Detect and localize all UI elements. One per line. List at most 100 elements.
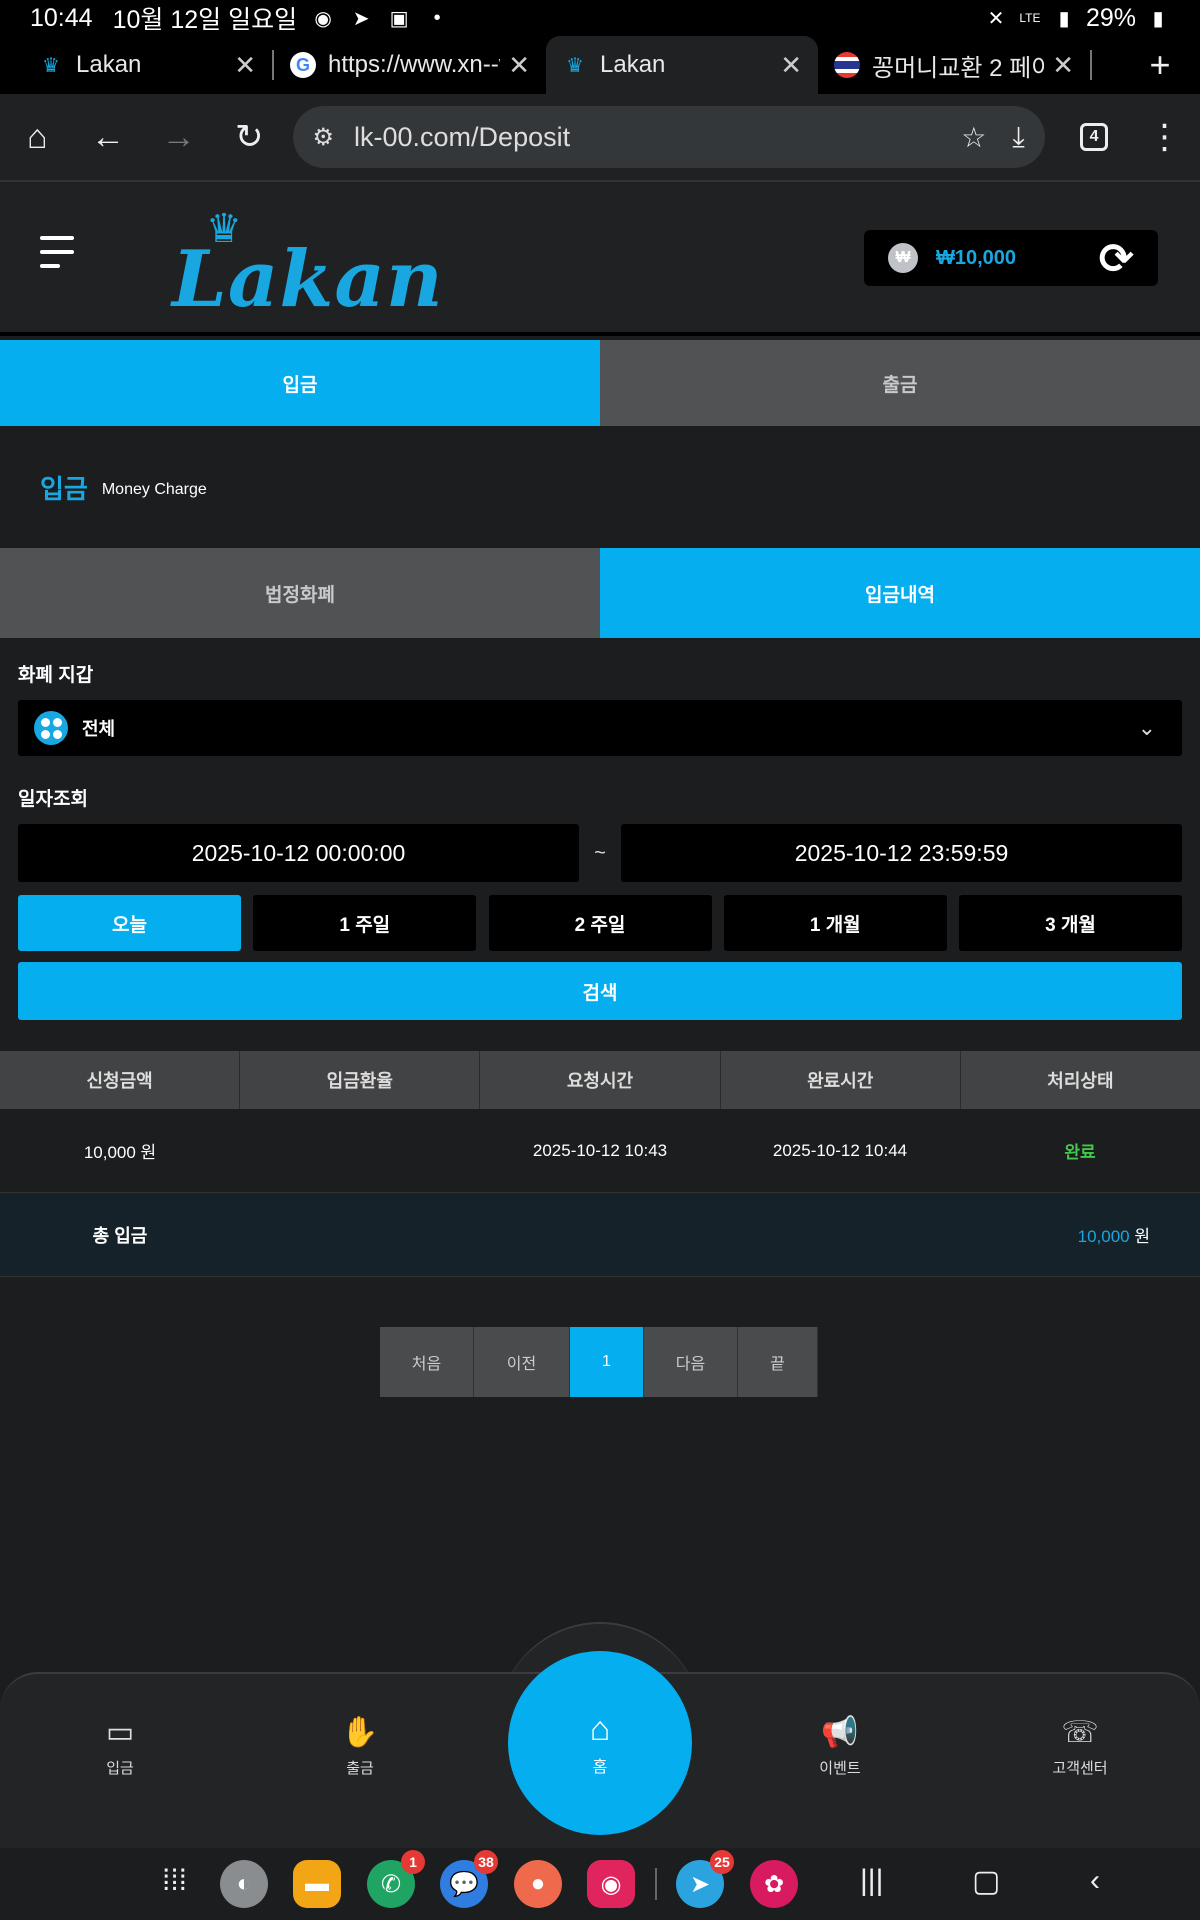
cell-requested: 2025-10-12 10:43 — [532, 1140, 668, 1160]
date-range: 2025-10-12 00:00:00 ~ 2025-10-12 23:59:5… — [18, 824, 1182, 882]
download-icon[interactable]: ⤓ — [1012, 121, 1024, 154]
balance-box: ₩ ₩10,000 ⟳ — [864, 230, 1158, 286]
home-icon[interactable]: ⌂ — [2, 101, 73, 173]
browser-app-icon[interactable]: ◐ — [220, 1860, 268, 1908]
nav-event[interactable]: 📢 이벤트 — [760, 1715, 920, 1778]
bookmark-star-icon[interactable]: ☆ — [961, 121, 986, 154]
total-row: 총 입금 10,000 원 — [0, 1193, 1200, 1277]
column-header: 완료시간 — [721, 1051, 961, 1109]
browser-tab-strip: ♛ Lakan ✕ G https://www.xn--v ✕ ♛ Lakan … — [0, 36, 1200, 94]
grid-icon — [34, 711, 68, 745]
contacts-app-icon[interactable]: ● — [514, 1860, 562, 1908]
reload-icon[interactable]: ↻ — [214, 101, 285, 173]
nav-label: 이벤트 — [819, 1760, 861, 1777]
nav-label: 고객센터 — [1052, 1760, 1108, 1777]
nav-support[interactable]: ☏ 고객센터 — [1000, 1715, 1160, 1778]
date-separator: ~ — [594, 841, 606, 864]
nav-deposit[interactable]: ▭ 입금 — [40, 1715, 200, 1778]
total-label: 총 입금 — [92, 1225, 148, 1246]
close-icon[interactable]: ✕ — [780, 50, 802, 81]
period-2week-button[interactable]: 2 주일 — [488, 895, 712, 951]
mute-icon: ✕ — [987, 7, 1005, 30]
page-current-button[interactable]: 1 — [570, 1327, 644, 1397]
page-next-button[interactable]: 다음 — [644, 1327, 738, 1397]
menu-icon[interactable] — [40, 236, 74, 278]
site-header: ♛ Lakan ₩ ₩10,000 ⟳ — [0, 182, 1200, 336]
browser-tab[interactable]: ♛ Lakan ✕ — [0, 36, 272, 94]
wallet-selected-value: 전체 — [82, 719, 116, 739]
total-amount: 10,000 — [1077, 1227, 1130, 1246]
logo-text: Lakan — [172, 234, 444, 325]
period-1month-button[interactable]: 1 개월 — [723, 895, 947, 951]
tab-fiat[interactable]: 법정화폐 — [0, 548, 600, 638]
browser-tab[interactable]: G https://www.xn--v ✕ — [274, 36, 546, 94]
status-date: 10월 12일 일요일 — [112, 6, 298, 34]
notification-badge: 1 — [401, 1850, 425, 1874]
date-to-input[interactable]: 2025-10-12 23:59:59 — [621, 824, 1182, 882]
phone-app-icon[interactable]: ✆ 1 — [367, 1850, 425, 1908]
camera-app-icon[interactable]: ◉ — [587, 1860, 635, 1908]
total-value: 10,000 원 — [1078, 1222, 1150, 1247]
period-1week-button[interactable]: 1 주일 — [253, 895, 477, 951]
period-today-button[interactable]: 오늘 — [18, 895, 241, 951]
pagination: 처음 이전 1 다음 끝 — [380, 1327, 818, 1397]
gallery-notification-icon: ▣ — [389, 7, 409, 30]
app-drawer-icon[interactable]: ⁞⁞⁞ — [162, 1864, 187, 1898]
wallet-select[interactable]: 전체 ⌄ — [18, 700, 1182, 756]
recent-apps-icon[interactable]: ||| — [860, 1864, 883, 1898]
tab-withdraw[interactable]: 출금 — [600, 340, 1200, 426]
back-icon[interactable]: ← — [73, 101, 144, 173]
tab-switcher-button[interactable]: 4 — [1059, 101, 1130, 173]
refresh-balance-icon[interactable]: ⟳ — [1099, 234, 1134, 283]
close-icon[interactable]: ✕ — [234, 50, 256, 81]
telegram-app-icon[interactable]: ➤ 25 — [676, 1850, 734, 1908]
column-header: 처리상태 — [1047, 1071, 1114, 1091]
messages-app-icon[interactable]: 💬 38 — [440, 1850, 498, 1908]
google-icon: G — [290, 52, 316, 78]
tab-title: Lakan — [76, 51, 142, 78]
back-nav-icon[interactable]: ‹ — [1090, 1864, 1100, 1898]
battery-level: 29% — [1085, 3, 1136, 32]
nav-withdraw[interactable]: ✋ 출금 — [280, 1715, 440, 1778]
page-first-button[interactable]: 처음 — [380, 1327, 474, 1397]
site-logo[interactable]: ♛ Lakan — [172, 206, 443, 325]
close-icon[interactable]: ✕ — [1052, 50, 1074, 81]
forward-icon[interactable]: → — [143, 101, 214, 173]
date-from-input[interactable]: 2025-10-12 00:00:00 — [18, 824, 579, 882]
page-subtitle: Money Charge — [101, 481, 207, 498]
deposit-icon: ▭ — [105, 1716, 135, 1749]
page-title-text: 입금 — [40, 473, 88, 504]
browser-tab-active[interactable]: ♛ Lakan ✕ — [546, 36, 818, 94]
site-settings-icon[interactable]: ⚙ — [313, 123, 335, 152]
browser-tab[interactable]: 꽁머니교환 2 페이지 ✕ — [818, 36, 1090, 94]
status-bar: 10:44 10월 12일 일요일 ◉ ➤ ▣ • ✕ LTE ▮ 29% ▮ — [0, 0, 1200, 36]
period-3month-button[interactable]: 3 개월 — [959, 895, 1182, 951]
home-nav-icon[interactable]: ▢ — [972, 1864, 1000, 1899]
column-header: 입금환율 — [240, 1051, 481, 1109]
page-prev-button[interactable]: 이전 — [474, 1327, 570, 1397]
nav-home[interactable]: ⌂ 홈 — [508, 1651, 692, 1835]
chevron-down-icon: ⌄ — [1137, 715, 1156, 740]
balance-amount: ₩10,000 — [936, 246, 1017, 269]
notification-badge: 25 — [710, 1850, 734, 1874]
search-button[interactable]: 검색 — [18, 962, 1182, 1020]
telegram-notification-icon: ➤ — [352, 7, 370, 30]
address-bar-row: ⌂ ← → ↻ ⚙ lk-00.com/Deposit ☆ ⤓ 4 ⋮ — [0, 94, 1200, 182]
tab-divider — [1090, 50, 1092, 80]
wallet-label: 화폐 지갑 — [18, 665, 94, 686]
new-tab-button[interactable]: + — [1120, 36, 1200, 94]
url-text[interactable]: lk-00.com/Deposit — [354, 122, 935, 153]
flower-app-icon[interactable]: ✿ — [750, 1860, 798, 1908]
status-badge: 완료 — [1064, 1143, 1096, 1162]
more-menu-icon[interactable]: ⋮ — [1129, 101, 1200, 173]
cell-amount: 10,000 원 — [83, 1143, 157, 1162]
tab-title: Lakan — [600, 51, 666, 78]
files-app-icon[interactable]: ▬ — [293, 1860, 341, 1908]
address-bar[interactable]: ⚙ lk-00.com/Deposit ☆ ⤓ — [292, 106, 1045, 168]
battery-icon: ▮ — [1152, 7, 1164, 30]
close-icon[interactable]: ✕ — [508, 50, 530, 81]
tab-deposit-history[interactable]: 입금내역 — [600, 548, 1200, 638]
page-last-button[interactable]: 끝 — [738, 1327, 818, 1397]
tab-deposit[interactable]: 입금 — [0, 340, 600, 426]
notification-badge: 38 — [474, 1850, 498, 1874]
